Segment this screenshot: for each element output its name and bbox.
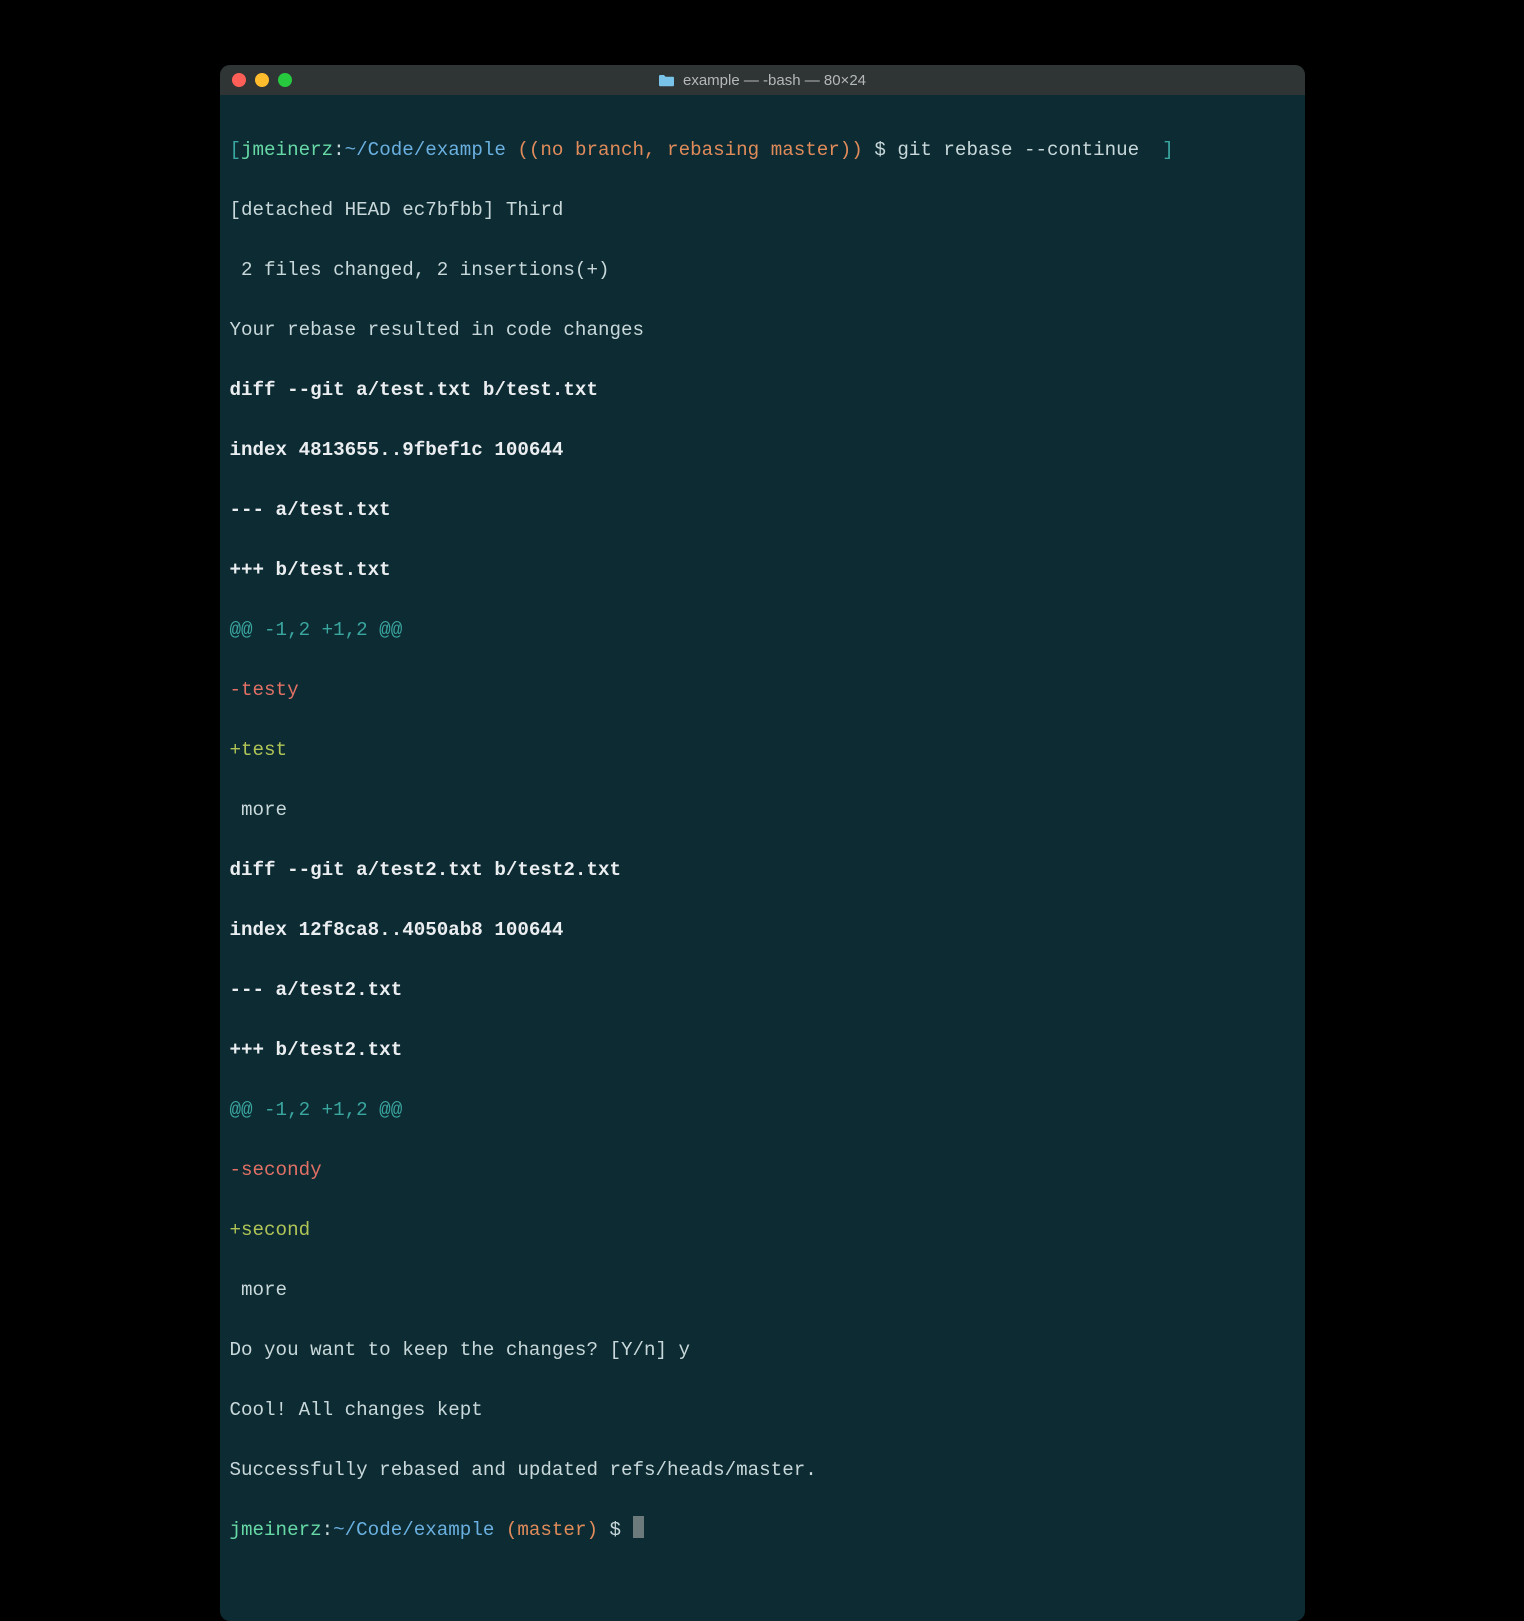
- diff-plus-file-line: +++ b/test2.txt: [230, 1035, 1295, 1065]
- diff-hunk-line: @@ -1,2 +1,2 @@: [230, 1095, 1295, 1125]
- prompt-dollar: $: [863, 139, 898, 161]
- diff-hunk-line: @@ -1,2 +1,2 @@: [230, 615, 1295, 645]
- window-titlebar: example — -bash — 80×24: [220, 65, 1305, 95]
- window-title-area: example — -bash — 80×24: [220, 72, 1305, 89]
- diff-deleted-line: -testy: [230, 675, 1295, 705]
- output-line: Successfully rebased and updated refs/he…: [230, 1455, 1295, 1485]
- prompt-sep: :: [333, 139, 345, 161]
- diff-header-line: diff --git a/test.txt b/test.txt: [230, 375, 1295, 405]
- close-button[interactable]: [232, 73, 246, 87]
- window-title: example — -bash — 80×24: [683, 72, 866, 89]
- prompt-sep: :: [322, 1519, 334, 1541]
- maximize-button[interactable]: [278, 73, 292, 87]
- output-line: Do you want to keep the changes? [Y/n] y: [230, 1335, 1295, 1365]
- diff-minus-file-line: --- a/test2.txt: [230, 975, 1295, 1005]
- output-line: Your rebase resulted in code changes: [230, 315, 1295, 345]
- prompt-branch: ((no branch, rebasing master)): [506, 139, 863, 161]
- output-line: Cool! All changes kept: [230, 1395, 1295, 1425]
- prompt-user: jmeinerz: [230, 1519, 322, 1541]
- diff-context-line: more: [230, 795, 1295, 825]
- diff-context-line: more: [230, 1275, 1295, 1305]
- prompt-line: [jmeinerz:~/Code/example ((no branch, re…: [230, 135, 1295, 165]
- prompt-line: jmeinerz:~/Code/example (master) $: [230, 1515, 1295, 1545]
- diff-index-line: index 4813655..9fbef1c 100644: [230, 435, 1295, 465]
- folder-icon: [658, 74, 675, 87]
- prompt-dollar: $: [598, 1519, 633, 1541]
- output-line: 2 files changed, 2 insertions(+): [230, 255, 1295, 285]
- prompt-close-bracket: ]: [1139, 139, 1174, 161]
- diff-minus-file-line: --- a/test.txt: [230, 495, 1295, 525]
- cursor: [633, 1516, 644, 1538]
- diff-index-line: index 12f8ca8..4050ab8 100644: [230, 915, 1295, 945]
- prompt-command: git rebase --continue: [897, 139, 1139, 161]
- terminal-content[interactable]: [jmeinerz:~/Code/example ((no branch, re…: [220, 95, 1305, 1621]
- prompt-open-bracket: [: [230, 139, 242, 161]
- traffic-lights: [232, 73, 292, 87]
- diff-header-line: diff --git a/test2.txt b/test2.txt: [230, 855, 1295, 885]
- prompt-user: jmeinerz: [241, 139, 333, 161]
- diff-plus-file-line: +++ b/test.txt: [230, 555, 1295, 585]
- prompt-branch: (master): [494, 1519, 598, 1541]
- diff-added-line: +test: [230, 735, 1295, 765]
- prompt-path: ~/Code/example: [333, 1519, 494, 1541]
- diff-added-line: +second: [230, 1215, 1295, 1245]
- terminal-window: example — -bash — 80×24 [jmeinerz:~/Code…: [220, 65, 1305, 1621]
- diff-deleted-line: -secondy: [230, 1155, 1295, 1185]
- prompt-path: ~/Code/example: [345, 139, 506, 161]
- minimize-button[interactable]: [255, 73, 269, 87]
- output-line: [detached HEAD ec7bfbb] Third: [230, 195, 1295, 225]
